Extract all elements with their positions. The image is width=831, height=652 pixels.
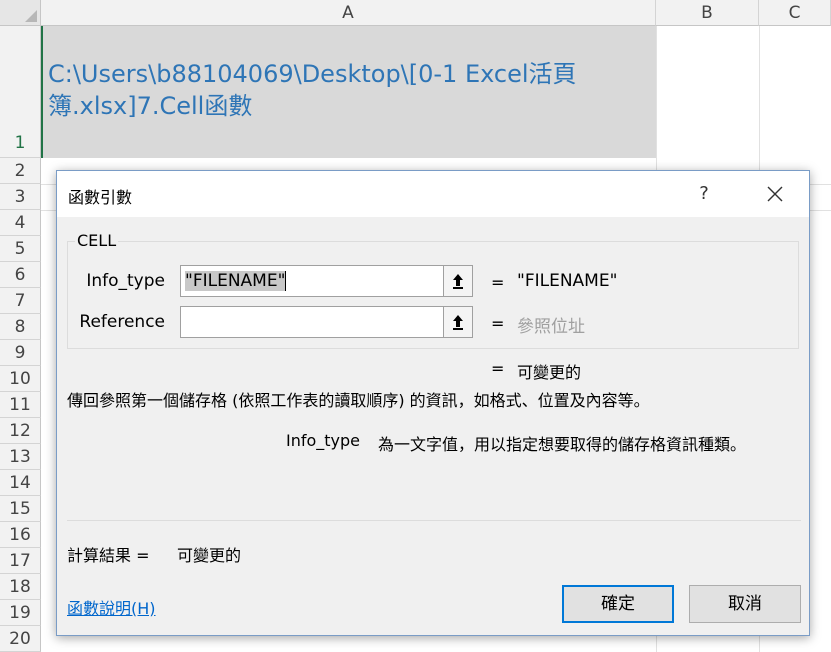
collapse-arrow-icon [453, 274, 463, 289]
row-header-19[interactable]: 19 [0, 600, 41, 626]
cancel-button[interactable]: 取消 [689, 585, 801, 623]
select-all-triangle-icon [25, 10, 37, 22]
row-header-2[interactable]: 2 [0, 158, 41, 184]
info-type-input[interactable]: "FILENAME" [180, 265, 472, 297]
collapse-arrow-icon [453, 315, 463, 330]
equals-sign: = [491, 359, 505, 378]
calc-result-label: 計算結果 = [67, 546, 150, 565]
close-icon [767, 186, 783, 202]
cell-a1[interactable]: C:\Users\b88104069\Desktop\[0-1 Excel活頁 … [41, 26, 656, 158]
equals-sign: = [491, 273, 505, 292]
reference-input[interactable] [180, 306, 472, 338]
text-caret [285, 271, 287, 291]
column-header-b[interactable]: B [656, 0, 759, 26]
row-header-9[interactable]: 9 [0, 340, 41, 366]
calc-result-value: 可變更的 [177, 546, 242, 565]
function-description: 傳回參照第一個儲存格 (依照工作表的讀取順序) 的資訊，如格式、位置及內容等。 [67, 391, 650, 410]
dialog-title: 函數引數 [68, 188, 133, 207]
arg-label-info-type: Info_type [86, 271, 165, 291]
row-header-8[interactable]: 8 [0, 314, 41, 340]
row-header-7[interactable]: 7 [0, 288, 41, 314]
row-header-18[interactable]: 18 [0, 574, 41, 600]
arg-label-reference: Reference [79, 312, 165, 332]
row-header-6[interactable]: 6 [0, 262, 41, 288]
collapse-dialog-button[interactable] [443, 265, 473, 297]
collapse-dialog-button[interactable] [443, 306, 473, 338]
formula-result-preview: 可變更的 [517, 363, 582, 382]
cell-a1-text-line2: 簿.xlsx]7.Cell函數 [48, 92, 253, 120]
column-header-a[interactable]: A [41, 0, 656, 26]
cell-a1-text-line1: C:\Users\b88104069\Desktop\[0-1 Excel活頁 [48, 60, 577, 88]
active-cell-indicator [41, 26, 43, 158]
function-help-link[interactable]: 函數說明(H) [67, 595, 156, 619]
row-header-10[interactable]: 10 [0, 366, 41, 392]
row-header-14[interactable]: 14 [0, 470, 41, 496]
close-button[interactable] [757, 179, 793, 209]
column-header-c[interactable]: C [759, 0, 831, 26]
row-header-13[interactable]: 13 [0, 444, 41, 470]
select-all-corner[interactable] [0, 0, 41, 26]
reference-result: 參照位址 [517, 317, 585, 337]
row-header-15[interactable]: 15 [0, 496, 41, 522]
row-header-5[interactable]: 5 [0, 236, 41, 262]
function-name: CELL [75, 231, 119, 250]
info-type-result: "FILENAME" [517, 271, 618, 291]
ok-button[interactable]: 確定 [562, 585, 674, 623]
row-header-1[interactable]: 1 [0, 26, 41, 158]
function-arguments-dialog: 函數引數 ? CELL Info_type "FILENAME" = "FILE… [56, 170, 810, 636]
divider [67, 520, 801, 521]
dialog-titlebar[interactable]: 函數引數 ? [57, 171, 809, 217]
info-type-input-text: "FILENAME" [185, 271, 286, 291]
row-header-17[interactable]: 17 [0, 548, 41, 574]
row-header-3[interactable]: 3 [0, 184, 41, 210]
argument-description-text: 為一文字值，用以指定想要取得的儲存格資訊種類。 [378, 435, 747, 454]
argument-description-name: Info_type [286, 431, 361, 450]
row-header-20[interactable]: 20 [0, 626, 41, 652]
help-button[interactable]: ? [689, 179, 719, 209]
row-header-4[interactable]: 4 [0, 210, 41, 236]
row-header-16[interactable]: 16 [0, 522, 41, 548]
row-header-11[interactable]: 11 [0, 392, 41, 418]
equals-sign: = [491, 314, 505, 333]
row-header-12[interactable]: 12 [0, 418, 41, 444]
